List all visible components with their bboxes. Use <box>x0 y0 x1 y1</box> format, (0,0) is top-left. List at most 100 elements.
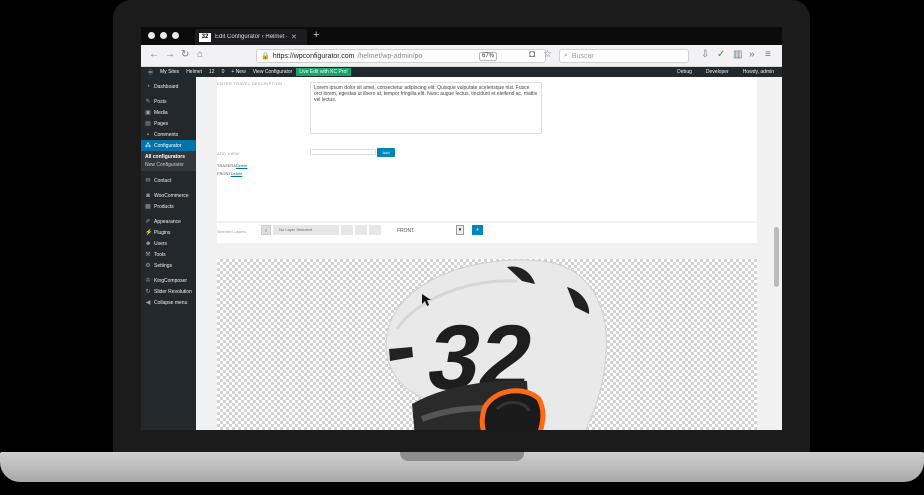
sidebar-item-users[interactable]: ☻ Users <box>141 238 196 249</box>
url-path: /helmet/wp-admin/po <box>357 52 423 60</box>
download-icon[interactable]: ⇩ <box>701 49 709 60</box>
sidebar-collapse-menu[interactable]: ◀ Collapse menu <box>141 297 196 308</box>
add-view-input[interactable] <box>310 149 376 155</box>
sidebar-item-pages[interactable]: ▤ Pages <box>141 118 196 129</box>
sidebar-item-tools[interactable]: ⚒ Tools <box>141 249 196 260</box>
slider-icon: ↻ <box>145 289 151 295</box>
adminbar-new[interactable]: + New <box>231 69 245 75</box>
bookmark-star-icon[interactable]: ☆ <box>543 49 552 60</box>
layers-icon[interactable]: ≡ <box>261 225 271 235</box>
configurator-icon: ⁂ <box>145 143 151 149</box>
settings-icon: ⚙ <box>145 263 151 269</box>
sidebar-item-posts[interactable]: ✎ Posts <box>141 96 196 107</box>
sidebar-item-dashboard[interactable]: ◔ Dashboard <box>141 81 196 92</box>
tab-title: Edit Configurator ‹ Helmet — W <box>215 34 287 40</box>
overflow-icon[interactable]: » <box>749 49 755 60</box>
submenu-all-configurators[interactable]: All configurators <box>141 153 196 161</box>
add-view-button[interactable]: Add <box>377 148 395 157</box>
sidebar-item-products[interactable]: ▦ Products <box>141 201 196 212</box>
view-dropdown-icon[interactable]: ▾ <box>456 225 464 235</box>
screen: 32 Edit Configurator ‹ Helmet — W ✕ + ← … <box>141 27 782 430</box>
collapse-icon: ◀ <box>145 300 151 306</box>
adminbar-updates[interactable]: 12 <box>209 69 215 75</box>
configurator-canvas[interactable]: 32 <box>217 259 757 430</box>
products-icon: ▦ <box>145 204 151 210</box>
users-icon: ☻ <box>145 240 152 247</box>
layer-tool-icon[interactable] <box>369 225 381 235</box>
view-row-trasera: TRASERADelete <box>217 163 247 168</box>
menu-icon[interactable]: ≡ <box>765 49 771 60</box>
browser-tabbar: 32 Edit Configurator ‹ Helmet — W ✕ + <box>141 27 782 45</box>
delete-link[interactable]: Delete <box>231 171 243 176</box>
wrench-icon: ⚒ <box>145 252 151 258</box>
wp-logo-icon[interactable]: ⓦ <box>148 69 153 76</box>
sidebar-item-contact[interactable]: ✉ Contact <box>141 175 196 186</box>
close-dot[interactable] <box>148 32 155 39</box>
layers-toolbar: Selected Layers ≡ No Layer Selected FRON… <box>217 223 757 243</box>
search-placeholder: Buscar <box>571 52 594 60</box>
view-row-front: FRONTDelete <box>217 171 242 176</box>
minimize-dot[interactable] <box>160 32 167 39</box>
site-logo-icon: 32 <box>199 32 211 42</box>
maximize-dot[interactable] <box>172 32 179 39</box>
scrollbar[interactable] <box>774 227 779 287</box>
pin-icon: ✎ <box>145 99 151 105</box>
new-tab-icon[interactable]: + <box>313 29 319 41</box>
extension-icon[interactable]: ✓ <box>717 49 725 60</box>
sidebar-icon[interactable]: ▥ <box>733 49 742 60</box>
layer-tool-icon[interactable] <box>355 225 367 235</box>
wp-admin-bar: ⓦ My Sites Helmet 12 0 + New View Config… <box>141 67 782 77</box>
forward-icon[interactable]: → <box>165 49 175 60</box>
kingcomposer-icon: ♔ <box>145 278 151 284</box>
sidebar-item-appearance[interactable]: ✐ Appearance <box>141 216 196 227</box>
layer-edit-icon[interactable] <box>341 225 353 235</box>
sidebar-item-kingcomposer[interactable]: ♔ KingComposer <box>141 275 196 286</box>
back-icon[interactable]: ← <box>149 49 159 60</box>
adminbar-comments[interactable]: 0 <box>222 69 225 75</box>
delete-link[interactable]: Delete <box>236 163 248 168</box>
view-apply-button[interactable]: + <box>472 225 483 235</box>
media-icon: ▣ <box>145 110 151 116</box>
zoom-level[interactable]: 67% <box>479 52 497 61</box>
tab-close-icon[interactable]: ✕ <box>291 33 297 41</box>
layer-select[interactable]: No Layer Selected <box>273 225 339 235</box>
configurator-panel: ENTER TRAVEL DESCRIPTION Lorem ipsum dol… <box>217 77 757 221</box>
sidebar-item-woocommerce[interactable]: ◙ WooCommerce <box>141 190 196 201</box>
url-host: https://wpconfigurator.com <box>272 52 355 60</box>
adminbar-debug[interactable]: Debug <box>677 69 692 75</box>
helmet-image[interactable]: 32 <box>357 259 617 430</box>
adminbar-live-edit[interactable]: Live Edit with KC Pro! <box>296 68 351 76</box>
brush-icon: ✐ <box>145 219 151 225</box>
view-name: TRASERA <box>217 163 236 168</box>
lock-icon: 🔒 <box>261 53 270 60</box>
woo-icon: ◙ <box>146 192 150 199</box>
pocket-icon[interactable]: ◘ <box>529 49 535 60</box>
view-select[interactable]: FRONT <box>397 228 414 234</box>
submenu-new-configurator[interactable]: New Configurator <box>141 161 196 169</box>
sidebar-item-media[interactable]: ▣ Media <box>141 107 196 118</box>
address-bar[interactable]: 🔒 https://wpconfigurator.com/helmet/wp-a… <box>256 49 546 63</box>
sidebar-item-plugins[interactable]: ⚡ Plugins <box>141 227 196 238</box>
adminbar-site[interactable]: Helmet <box>186 69 202 75</box>
adminbar-howdy[interactable]: Howdy, admin <box>743 69 774 75</box>
contact-icon: ✉ <box>145 178 151 184</box>
search-input[interactable]: ⌕ Buscar <box>559 49 689 63</box>
sidebar-item-settings[interactable]: ⚙ Settings <box>141 260 196 271</box>
window-controls[interactable] <box>148 32 179 39</box>
sidebar-item-slider-revolution[interactable]: ↻ Slider Revolution <box>141 286 196 297</box>
sidebar-item-configurator[interactable]: ⁂ Configurator <box>141 140 196 151</box>
desc-label: ENTER TRAVEL DESCRIPTION <box>217 81 283 86</box>
adminbar-my-sites[interactable]: My Sites <box>160 69 179 75</box>
wp-sidebar: ◔ Dashboard ✎ Posts ▣ Media ▤ Pages ▪ Comment… <box>141 77 196 430</box>
description-textarea[interactable]: Lorem ipsum dolor sit amet, consectetur … <box>310 82 542 134</box>
laptop-notch <box>400 452 524 461</box>
adminbar-developer[interactable]: Developer <box>706 69 729 75</box>
add-view-label: ADD VIEW <box>217 151 240 156</box>
browser-tab[interactable]: 32 Edit Configurator ‹ Helmet — W ✕ <box>195 29 307 45</box>
content-area: ENTER TRAVEL DESCRIPTION Lorem ipsum dol… <box>196 77 782 430</box>
dashboard-icon: ◔ <box>146 83 150 90</box>
reload-icon[interactable]: ↻ <box>181 49 189 60</box>
sidebar-item-comments[interactable]: ▪ Comments <box>141 129 196 140</box>
adminbar-view[interactable]: View Configurator <box>253 69 293 75</box>
home-icon[interactable]: ⌂ <box>197 49 203 60</box>
